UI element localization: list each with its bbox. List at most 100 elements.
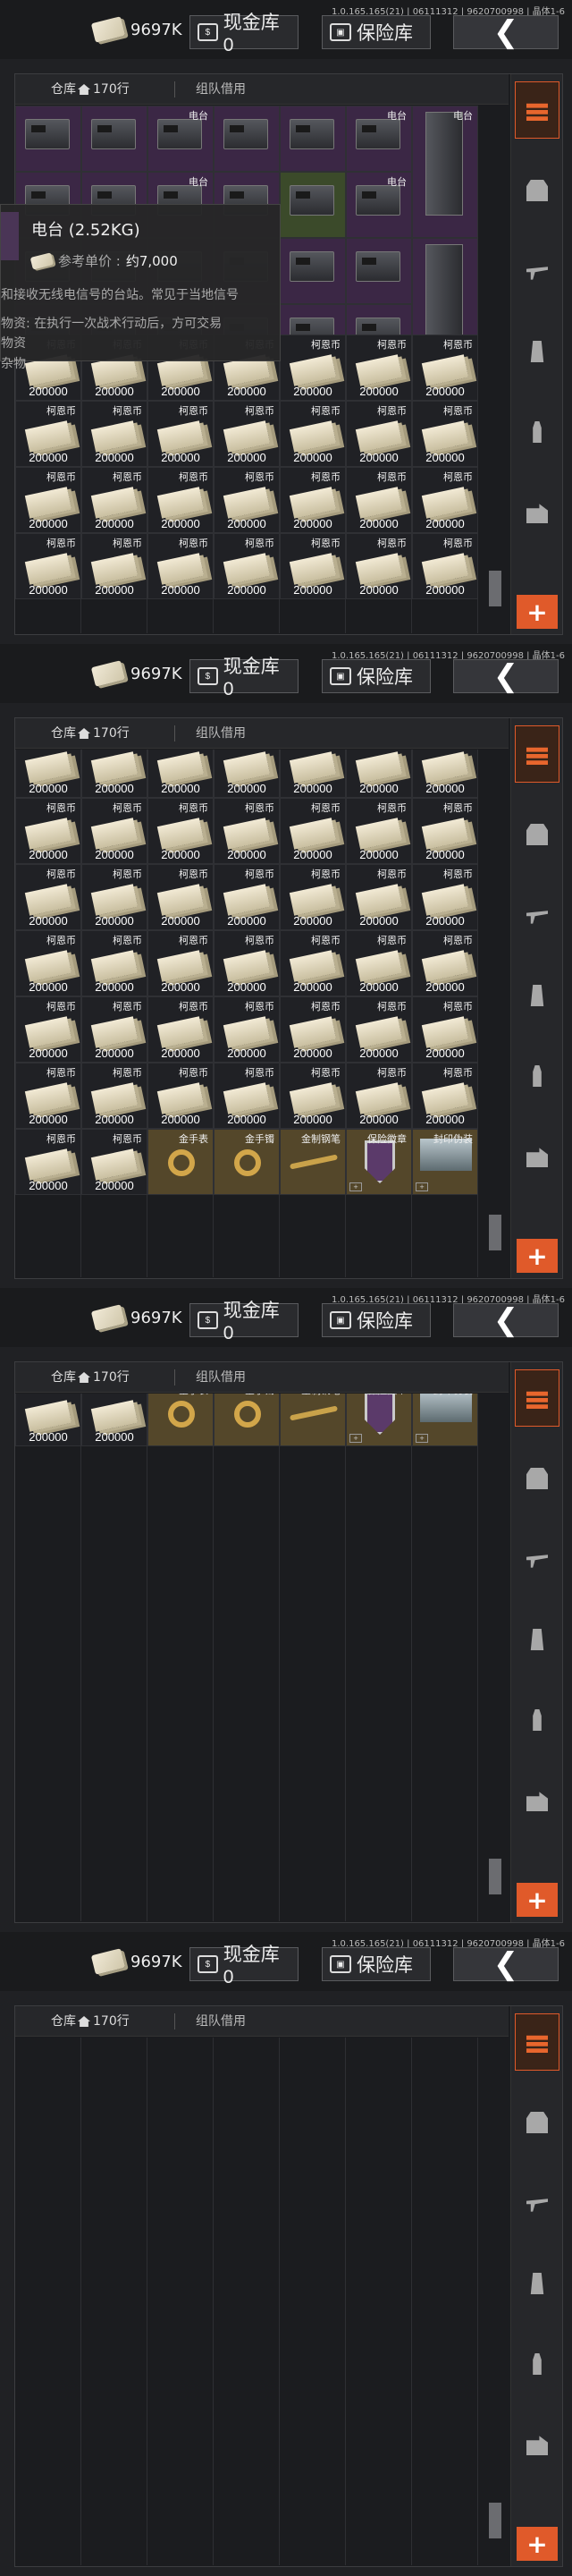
category-button[interactable] [515, 1369, 559, 1427]
tab-warehouse[interactable]: 仓库 [51, 718, 76, 749]
coin-item[interactable]: 柯恩币200000 [15, 864, 81, 930]
cash-vault-button[interactable]: $ 现金库 0 [189, 13, 299, 55]
coin-item[interactable]: 柯恩币200000 [412, 401, 478, 467]
coin-item[interactable]: 柯恩币200000 [81, 533, 147, 599]
coin-item[interactable]: 柯恩币200000 [346, 996, 412, 1063]
coin-item[interactable]: 柯恩币200000 [280, 335, 346, 401]
gold-pen-item[interactable]: 金制钢笔 [280, 1394, 346, 1446]
category-button[interactable] [515, 1530, 559, 1588]
coin-item[interactable]: 柯恩币200000 [346, 864, 412, 930]
coin-item[interactable]: 柯恩币200000 [280, 1063, 346, 1129]
scrollbar-thumb[interactable] [489, 1859, 501, 1894]
coin-item[interactable]: 柯恩币200000 [214, 750, 280, 798]
category-button[interactable] [515, 806, 559, 863]
category-button[interactable] [515, 1047, 559, 1105]
coin-item[interactable]: 柯恩币200000 [214, 1063, 280, 1129]
category-button[interactable] [515, 886, 559, 944]
tab-team-borrow[interactable]: 组队借用 [196, 2006, 246, 2037]
coin-item[interactable]: 柯恩币200000 [346, 1063, 412, 1129]
category-button[interactable] [515, 2416, 559, 2473]
coin-item[interactable]: 200000 [15, 1394, 81, 1446]
add-button[interactable]: + [517, 1883, 558, 1917]
coin-item[interactable]: 柯恩币200000 [81, 996, 147, 1063]
safe-vault-button[interactable]: ▣ 保险库 [322, 1947, 431, 1981]
coin-item[interactable]: 柯恩币200000 [280, 467, 346, 533]
coin-item[interactable]: 柯恩币200000 [15, 467, 81, 533]
radio-item[interactable]: 电台 [346, 172, 412, 238]
coin-item[interactable]: 柯恩币200000 [15, 401, 81, 467]
coin-item[interactable]: 柯恩币200000 [214, 798, 280, 864]
coin-item[interactable]: 柯恩币200000 [280, 864, 346, 930]
coin-item[interactable]: 柯恩币200000 [147, 930, 214, 996]
category-button[interactable] [515, 1450, 559, 1507]
coin-item[interactable]: 柯恩币200000 [346, 401, 412, 467]
category-button[interactable] [515, 1772, 559, 1829]
coin-item[interactable]: 柯恩币200000 [280, 750, 346, 798]
coin-item[interactable]: 柯恩币200000 [412, 864, 478, 930]
gold-watch-item[interactable]: 金手表 [147, 1394, 214, 1446]
back-button[interactable]: ❮ [453, 14, 559, 50]
gold-pen-item[interactable]: 金制钢笔 [280, 1129, 346, 1195]
coin-item[interactable]: 柯恩币200000 [147, 1063, 214, 1129]
coin-item[interactable]: 柯恩币200000 [81, 1063, 147, 1129]
add-button[interactable]: + [517, 595, 558, 629]
coin-item[interactable]: 柯恩币200000 [15, 996, 81, 1063]
category-button[interactable] [515, 2174, 559, 2232]
category-button[interactable] [515, 2094, 559, 2151]
safe-vault-button[interactable]: ▣ 保险库 [322, 15, 431, 49]
coin-item[interactable]: 柯恩币200000 [280, 930, 346, 996]
category-button[interactable] [515, 967, 559, 1024]
coin-item[interactable]: 柯恩币200000 [81, 401, 147, 467]
radio-item[interactable]: 电台 [346, 106, 412, 172]
coin-item[interactable]: 柯恩币200000 [214, 467, 280, 533]
coin-item[interactable]: 柯恩币200000 [214, 930, 280, 996]
coin-item[interactable]: 柯恩币200000 [214, 996, 280, 1063]
coin-item[interactable]: 柯恩币200000 [346, 335, 412, 401]
coin-item[interactable]: 柯恩币200000 [15, 1063, 81, 1129]
category-button[interactable] [515, 2013, 559, 2071]
coin-item[interactable]: 柯恩币200000 [15, 798, 81, 864]
coin-item[interactable]: 柯恩币200000 [15, 930, 81, 996]
coin-item[interactable]: 柯恩币200000 [346, 798, 412, 864]
radio-item[interactable] [81, 106, 147, 172]
category-button[interactable] [515, 1611, 559, 1668]
category-button[interactable] [515, 323, 559, 380]
category-button[interactable] [515, 2255, 559, 2312]
category-button[interactable] [515, 1691, 559, 1749]
tab-team-borrow[interactable]: 组队借用 [196, 74, 246, 105]
tab-warehouse[interactable]: 仓库 [51, 1362, 76, 1393]
coin-item[interactable]: 柯恩币200000 [15, 1129, 81, 1195]
scrollbar-thumb[interactable] [489, 571, 501, 606]
coin-item[interactable]: 柯恩币200000 [214, 533, 280, 599]
coin-item[interactable]: 柯恩币200000 [412, 335, 478, 401]
coin-item[interactable]: 柯恩币200000 [412, 798, 478, 864]
safe-vault-button[interactable]: ▣ 保险库 [322, 659, 431, 693]
coin-item[interactable]: 柯恩币200000 [412, 533, 478, 599]
coin-item[interactable]: 柯恩币200000 [280, 996, 346, 1063]
coin-item[interactable]: 柯恩币200000 [147, 996, 214, 1063]
coin-item[interactable]: 柯恩币200000 [147, 864, 214, 930]
coin-item[interactable]: 柯恩币200000 [81, 750, 147, 798]
coin-item[interactable]: 柯恩币200000 [81, 1129, 147, 1195]
back-button[interactable]: ❮ [453, 1946, 559, 1982]
radio-item[interactable]: 电台 [412, 106, 478, 238]
coin-item[interactable]: 柯恩币200000 [147, 401, 214, 467]
cash-vault-button[interactable]: $ 现金库 0 [189, 1945, 299, 1987]
coin-item[interactable]: 柯恩币200000 [147, 798, 214, 864]
coin-item[interactable]: 柯恩币200000 [81, 467, 147, 533]
coin-item[interactable]: 柯恩币200000 [147, 750, 214, 798]
category-button[interactable] [515, 484, 559, 541]
back-button[interactable]: ❮ [453, 658, 559, 694]
coin-item[interactable]: 柯恩币200000 [280, 798, 346, 864]
tab-warehouse[interactable]: 仓库 [51, 74, 76, 105]
coin-item[interactable]: 柯恩币200000 [147, 467, 214, 533]
gold-ring-item[interactable]: 金手镯 [214, 1394, 280, 1446]
badge-item[interactable]: 保险徽章 + [346, 1394, 412, 1446]
coin-item[interactable]: 柯恩币200000 [214, 864, 280, 930]
radio-item[interactable] [280, 172, 346, 238]
coin-item[interactable]: 柯恩币200000 [412, 750, 478, 798]
coin-item[interactable]: 柯恩币200000 [15, 533, 81, 599]
coin-item[interactable]: 柯恩币200000 [346, 930, 412, 996]
coin-item[interactable]: 柯恩币200000 [15, 750, 81, 798]
category-button[interactable] [515, 242, 559, 300]
